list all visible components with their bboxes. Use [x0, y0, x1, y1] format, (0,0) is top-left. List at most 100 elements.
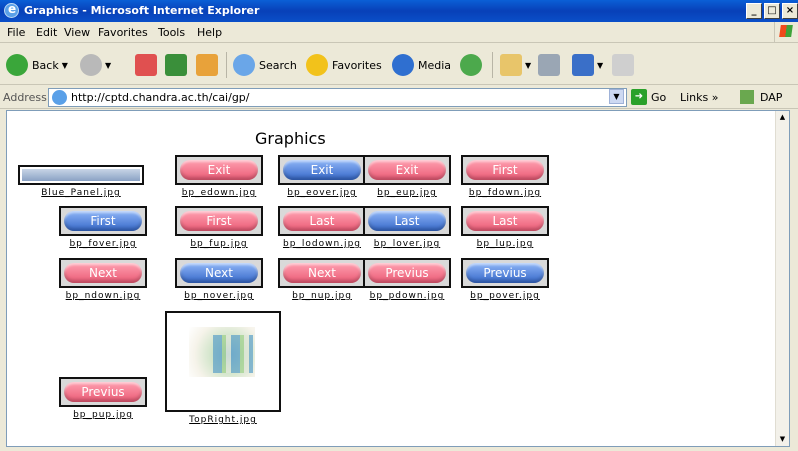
links-extra: DAP [740, 90, 782, 104]
window-controls: _ □ × [744, 3, 798, 19]
image-link[interactable]: bp_fup.jpg [190, 239, 247, 249]
menu-view[interactable]: View [64, 26, 90, 39]
image-link[interactable]: bp_lover.jpg [374, 239, 440, 249]
stop-button[interactable] [135, 52, 157, 78]
image-tile: Next bp_ndown.jpg [37, 258, 169, 301]
image-link[interactable]: bp_ndown.jpg [66, 291, 141, 301]
address-bar: Address http://cptd.chandra.ac.th/cai/gp… [0, 86, 798, 109]
mail-button[interactable]: ▼ [500, 52, 531, 78]
toolbar: Back ▼ ▼ Search Favorites Media ▼ ▼ [0, 44, 798, 85]
windows-logo-icon [774, 22, 796, 42]
home-link-icon[interactable] [740, 90, 754, 104]
home-icon [196, 54, 218, 76]
title-bar: Graphics - Microsoft Internet Explorer _… [0, 0, 798, 22]
image-link[interactable]: bp_lup.jpg [477, 239, 534, 249]
page-title: Graphics [255, 129, 326, 148]
refresh-button[interactable] [165, 52, 187, 78]
first-button-image: First [180, 211, 258, 231]
window-title: Graphics - Microsoft Internet Explorer [24, 4, 260, 17]
image-link[interactable]: TopRight.jpg [189, 415, 257, 425]
word-icon [572, 54, 594, 76]
image-link[interactable]: bp_edown.jpg [182, 188, 257, 198]
previus-button-image: Previus [64, 382, 142, 402]
address-dropdown-icon[interactable]: ▼ [609, 89, 624, 104]
first-button-image: First [64, 211, 142, 231]
search-button[interactable]: Search [233, 52, 297, 78]
star-icon [306, 54, 328, 76]
image-tile: TopRight.jpg [157, 311, 289, 425]
previus-button-image: Previus [368, 263, 446, 283]
back-arrow-icon [6, 54, 28, 76]
print-button[interactable] [538, 52, 560, 78]
exit-button-image: Exit [180, 160, 258, 180]
scroll-down-icon[interactable]: ▼ [776, 433, 789, 446]
chevron-down-icon: ▼ [525, 60, 532, 70]
mail-icon [500, 54, 522, 76]
address-url: http://cptd.chandra.ac.th/cai/gp/ [71, 91, 250, 104]
image-link[interactable]: bp_pover.jpg [470, 291, 540, 301]
menu-tools[interactable]: Tools [158, 26, 185, 39]
ie-icon [4, 2, 19, 18]
messenger-button[interactable] [612, 52, 634, 78]
forward-arrow-icon [80, 54, 102, 76]
image-tile: Blue_Panel.jpg [15, 165, 147, 198]
previus-button-image: Previus [466, 263, 544, 283]
messenger-icon [612, 54, 634, 76]
next-button-image: Next [64, 263, 142, 283]
topright-image [165, 311, 281, 412]
vertical-scrollbar[interactable]: ▲ ▼ [775, 111, 789, 446]
image-link[interactable]: bp_pup.jpg [73, 410, 133, 420]
exit-button-image: Exit [368, 160, 446, 180]
image-link[interactable]: bp_nover.jpg [184, 291, 254, 301]
chevron-down-icon: ▼ [61, 60, 68, 70]
image-tile: Previus bp_pup.jpg [37, 377, 169, 420]
minimize-button[interactable]: _ [746, 3, 762, 19]
links-button[interactable]: Links » [680, 91, 719, 104]
image-tile: First bp_fdown.jpg [439, 155, 571, 198]
address-input[interactable]: http://cptd.chandra.ac.th/cai/gp/ [48, 88, 627, 107]
media-button[interactable]: Media [392, 52, 451, 78]
search-icon [233, 54, 255, 76]
image-tile: First bp_fover.jpg [37, 206, 169, 249]
image-tile: Last bp_lup.jpg [439, 206, 571, 249]
first-button-image: First [466, 160, 544, 180]
image-link[interactable]: Blue_Panel.jpg [41, 188, 120, 198]
last-button-image: Last [368, 211, 446, 231]
favorites-button[interactable]: Favorites [306, 52, 382, 78]
menu-help[interactable]: Help [197, 26, 222, 39]
history-button[interactable] [460, 52, 482, 78]
chevron-down-icon: ▼ [105, 60, 112, 70]
dap-link[interactable]: DAP [760, 91, 782, 104]
home-button[interactable] [196, 52, 218, 78]
forward-button[interactable]: ▼ [80, 52, 111, 78]
close-button[interactable]: × [782, 3, 798, 19]
image-link[interactable]: bp_pdown.jpg [370, 291, 445, 301]
toolbar-separator [492, 52, 493, 78]
last-button-image: Last [466, 211, 544, 231]
menu-bar: File Edit View Favorites Tools Help [0, 22, 798, 43]
menu-file[interactable]: File [7, 26, 25, 39]
media-icon [392, 54, 414, 76]
next-button-image: Next [180, 263, 258, 283]
back-button[interactable]: Back ▼ [6, 52, 68, 78]
image-link[interactable]: bp_fover.jpg [69, 239, 136, 249]
address-label: Address [3, 91, 47, 104]
history-icon [460, 54, 482, 76]
menu-favorites[interactable]: Favorites [98, 26, 148, 39]
menu-edit[interactable]: Edit [36, 26, 57, 39]
edit-button[interactable]: ▼ [572, 52, 603, 78]
go-arrow-icon: ➜ [631, 89, 647, 105]
chevron-down-icon: ▼ [597, 60, 604, 70]
go-button[interactable]: ➜ Go [631, 89, 666, 105]
browser-window: Graphics - Microsoft Internet Explorer _… [0, 0, 798, 451]
printer-icon [538, 54, 560, 76]
image-link[interactable]: bp_eup.jpg [377, 188, 437, 198]
page-content: Graphics Blue_Panel.jpg Exit bp_edown.jp… [6, 110, 790, 447]
toolbar-separator [226, 52, 227, 78]
page-icon [52, 90, 67, 105]
stop-icon [135, 54, 157, 76]
maximize-button[interactable]: □ [764, 3, 780, 19]
scroll-up-icon[interactable]: ▲ [776, 111, 789, 124]
blue-panel-image [18, 165, 144, 185]
image-link[interactable]: bp_fdown.jpg [469, 188, 541, 198]
